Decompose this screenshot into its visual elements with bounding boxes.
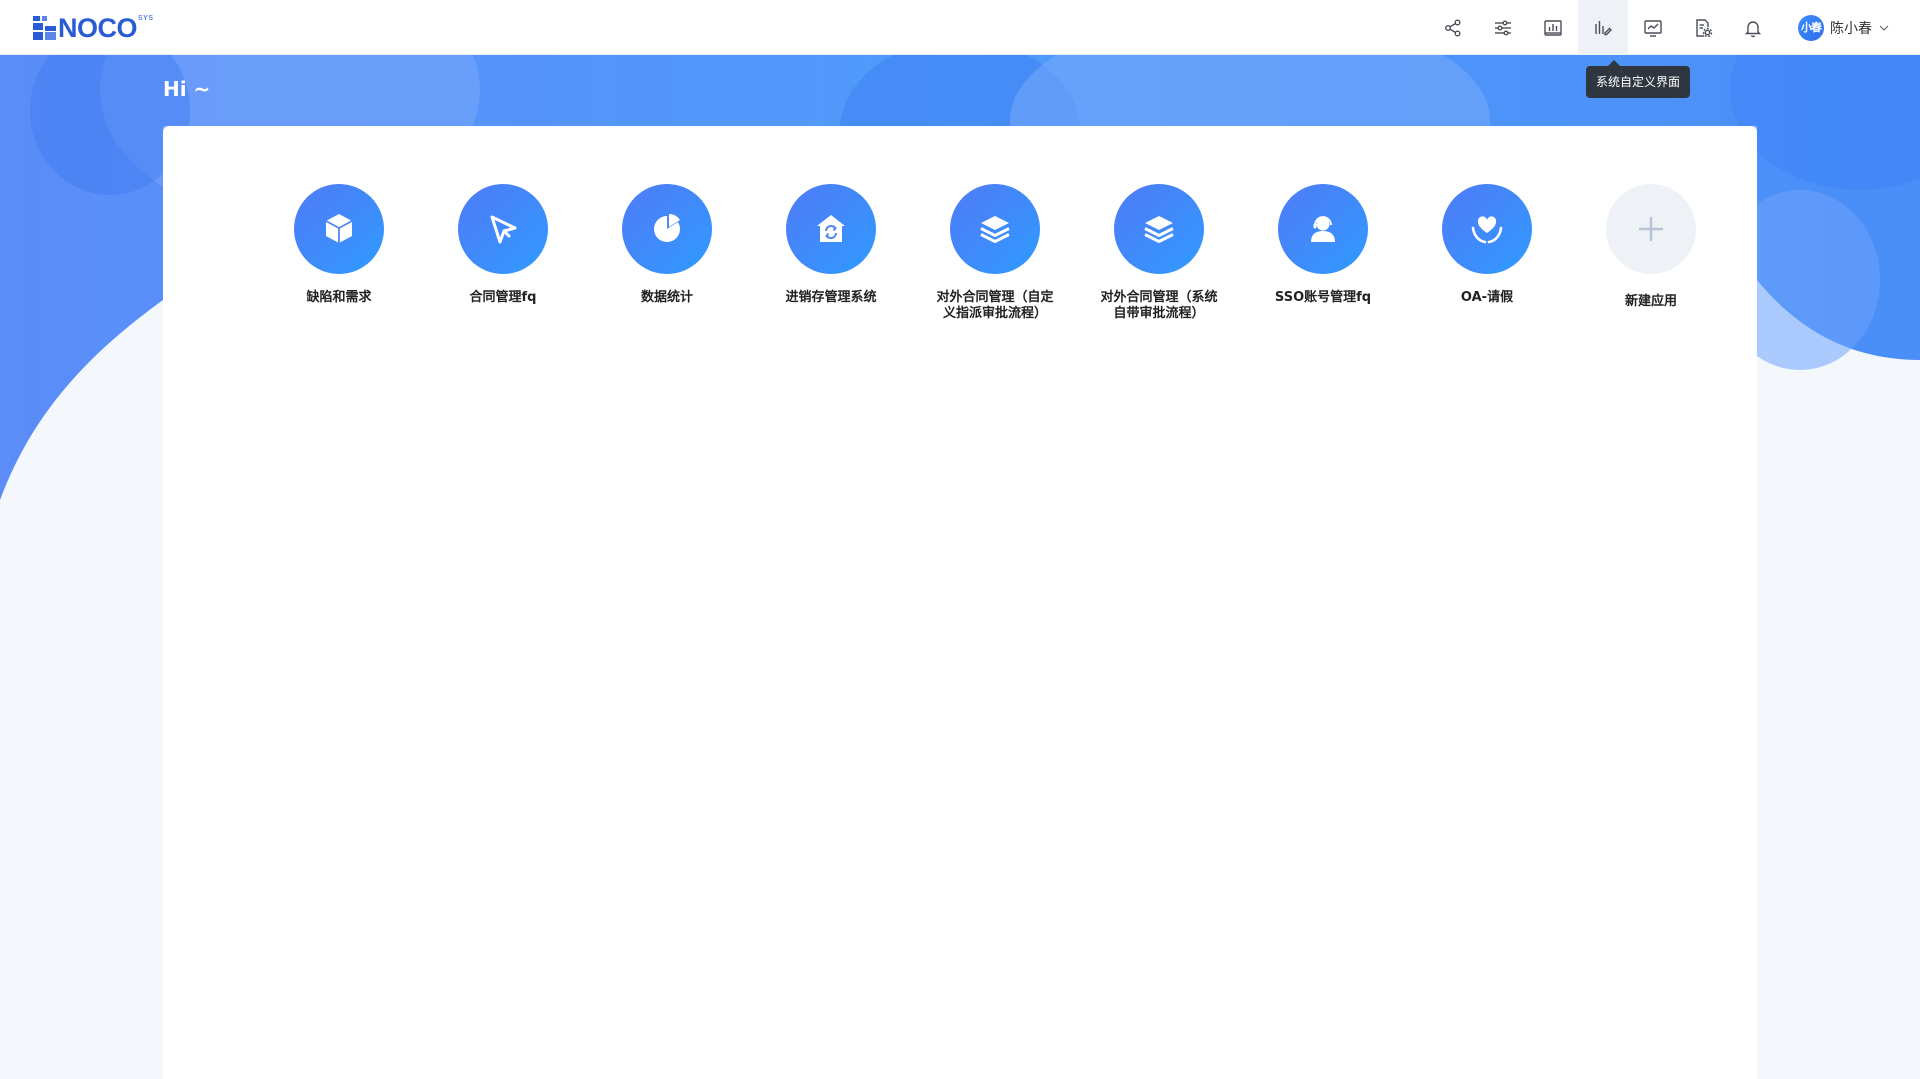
app-icon: [622, 184, 712, 274]
app-card: 缺陷和需求 合同管理fq 数据统计 进销存管理系统 对外合同管理（自定义指派审批…: [163, 126, 1757, 1079]
app-oa-leave[interactable]: OA-请假: [1405, 184, 1569, 322]
logo-mark-icon: [33, 16, 56, 40]
app-grid: 缺陷和需求 合同管理fq 数据统计 进销存管理系统 对外合同管理（自定义指派审批…: [257, 184, 1733, 322]
custom-ui-button[interactable]: [1578, 0, 1628, 55]
app-icon: [1278, 184, 1368, 274]
plus-icon: [1638, 216, 1664, 242]
app-data-statistics[interactable]: 数据统计: [585, 184, 749, 322]
layers-icon: [1144, 216, 1174, 243]
file-settings-icon: [1696, 18, 1713, 37]
pie-chart-icon: [654, 213, 680, 242]
settings-sliders-button[interactable]: [1478, 0, 1528, 55]
app-icon: [950, 184, 1040, 274]
new-app-button[interactable]: 新建应用: [1569, 184, 1733, 322]
user-name: 陈小春: [1830, 20, 1872, 37]
app-contract-management[interactable]: 合同管理fq: [421, 184, 585, 322]
app-icon: [458, 184, 548, 274]
app-label: 新建应用: [1624, 294, 1677, 309]
app-label: 进销存管理系统: [785, 290, 877, 305]
app-label: SSO账号管理fq: [1274, 290, 1372, 305]
greeting: Hi ~: [163, 77, 211, 101]
report-button[interactable]: [1528, 0, 1578, 55]
heart-hand-icon: [1471, 216, 1503, 244]
app-icon: [1606, 184, 1696, 274]
app-inventory-system[interactable]: 进销存管理系统: [749, 184, 913, 322]
logo[interactable]: NOCO SYS: [33, 14, 154, 42]
app-label: 对外合同管理（自定义指派审批流程）: [936, 290, 1054, 321]
chevron-down-icon: [1879, 25, 1889, 31]
send-arrow-icon: [490, 215, 517, 244]
toolbar: 小春 陈小春: [1428, 0, 1920, 55]
app-icon: [1442, 184, 1532, 274]
logo-superscript: SYS: [138, 15, 154, 22]
avatar: 小春: [1798, 14, 1824, 41]
logo-text: NOCO: [58, 13, 138, 43]
app-sso-accounts[interactable]: SSO账号管理fq: [1241, 184, 1405, 322]
bar-chart-icon: [1544, 19, 1562, 36]
app-label: 对外合同管理（系统自带审批流程）: [1100, 290, 1218, 321]
home-refresh-icon: [817, 215, 845, 242]
file-settings-button[interactable]: [1678, 0, 1728, 55]
app-label: 数据统计: [640, 290, 693, 305]
app-icon: [786, 184, 876, 274]
sliders-icon: [1495, 20, 1511, 35]
top-bar: NOCO SYS 小春 陈小春: [0, 0, 1920, 55]
monitor-chart-icon: [1644, 19, 1662, 37]
app-label: 缺陷和需求: [306, 290, 372, 305]
support-agent-icon: [1311, 216, 1335, 242]
app-defects-requirements[interactable]: 缺陷和需求: [257, 184, 421, 322]
app-external-contract-builtin[interactable]: 对外合同管理（系统自带审批流程）: [1077, 184, 1241, 322]
dashboard-button[interactable]: [1628, 0, 1678, 55]
share-button[interactable]: [1428, 0, 1478, 55]
app-label: OA-请假: [1460, 290, 1514, 305]
user-menu[interactable]: 小春 陈小春: [1778, 0, 1920, 55]
layers-icon: [980, 216, 1010, 243]
bell-icon: [1744, 20, 1762, 37]
app-label: 合同管理fq: [469, 290, 537, 305]
chart-edit-icon: [1595, 20, 1612, 35]
app-icon: [294, 184, 384, 274]
cube-icon: [325, 214, 353, 243]
app-icon: [1114, 184, 1204, 274]
tooltip: 系统自定义界面: [1586, 60, 1691, 98]
notifications-button[interactable]: [1728, 0, 1778, 55]
share-icon: [1445, 19, 1461, 36]
app-external-contract-custom[interactable]: 对外合同管理（自定义指派审批流程）: [913, 184, 1077, 322]
